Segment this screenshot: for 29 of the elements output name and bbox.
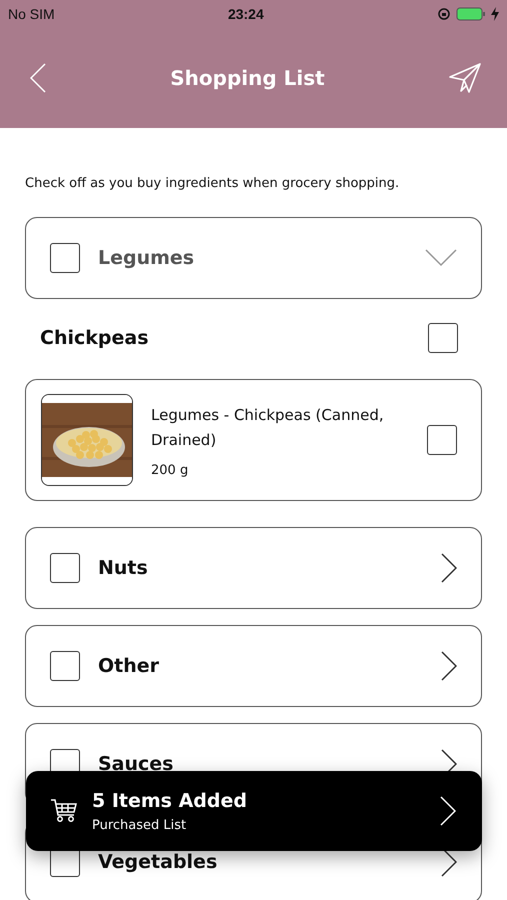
checkbox[interactable] xyxy=(50,243,80,273)
category-name: Legumes xyxy=(98,247,196,269)
ingredient-title: Legumes - Chickpeas (Canned, Drained) xyxy=(151,404,385,450)
rotation-lock-icon xyxy=(437,7,451,21)
category-name: Vegetables xyxy=(98,851,218,873)
battery-icon xyxy=(456,7,486,21)
category-name: Other xyxy=(98,655,160,677)
chevron-down-icon[interactable] xyxy=(425,249,457,267)
chevron-right-icon[interactable] xyxy=(441,553,457,583)
chevron-right-icon[interactable] xyxy=(441,651,457,681)
instructions-text: Check off as you buy ingredients when grocery shopping. xyxy=(25,176,400,191)
screen-title: Shopping List xyxy=(170,66,325,90)
checkbox[interactable] xyxy=(50,651,80,681)
paper-plane-icon[interactable] xyxy=(448,63,481,93)
checkbox[interactable] xyxy=(428,323,458,353)
carrier-label: No SIM xyxy=(8,6,55,22)
checkbox[interactable] xyxy=(427,425,457,455)
ingredient-card[interactable]: Legumes - Chickpeas (Canned, Drained) 200 g xyxy=(25,379,482,501)
clock-time: 23:24 xyxy=(228,6,264,22)
category-card[interactable]: Nuts xyxy=(25,527,482,609)
back-icon[interactable] xyxy=(30,63,46,93)
category-name: Nuts xyxy=(98,557,149,579)
category-card[interactable]: Legumes xyxy=(25,217,482,299)
ingredient-heading: Chickpeas xyxy=(40,327,148,349)
ingredient-amount: 200 g xyxy=(151,462,190,478)
checkbox[interactable] xyxy=(50,553,80,583)
cart-icon xyxy=(50,798,78,824)
items-added-toast[interactable]: 5 Items Added Purchased List xyxy=(26,771,482,851)
category-card[interactable]: Other xyxy=(25,625,482,707)
